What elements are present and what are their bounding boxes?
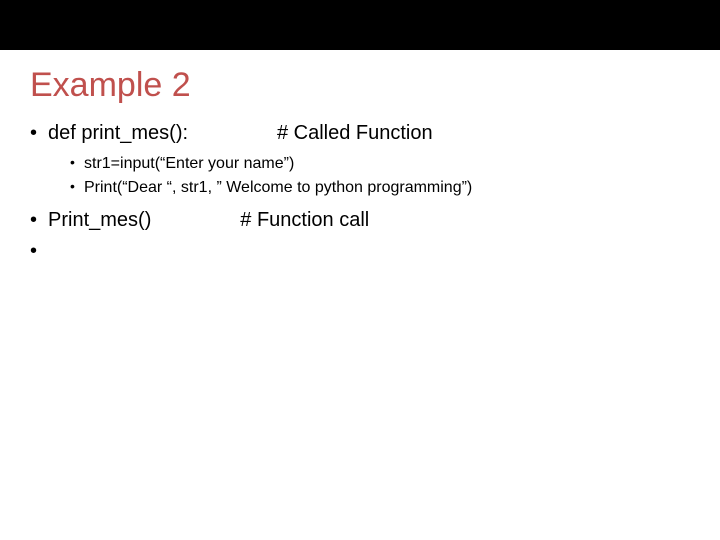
sub-list: str1=input(“Enter your name”) Print(“Dea… [70, 152, 720, 200]
slide: Example 2 def print_mes(): # Called Func… [0, 0, 720, 540]
comment-function-call: # Function call [240, 206, 369, 235]
content-list: def print_mes(): # Called Function str1=… [30, 119, 720, 235]
sub-bullet-input: str1=input(“Enter your name”) [70, 152, 720, 176]
top-bar [0, 0, 720, 50]
comment-called-function: # Called Function [277, 119, 433, 148]
spacer [151, 206, 240, 235]
code-def: def print_mes(): [48, 119, 188, 148]
code-call: Print_mes() [48, 206, 151, 235]
slide-title: Example 2 [30, 66, 720, 105]
spacer [188, 119, 277, 148]
sub-bullet-print: Print(“Dear “, str1, ” Welcome to python… [70, 176, 720, 200]
bullet-call-line: Print_mes() # Function call [30, 206, 720, 235]
bullet-def-line: def print_mes(): # Called Function str1=… [30, 119, 720, 200]
